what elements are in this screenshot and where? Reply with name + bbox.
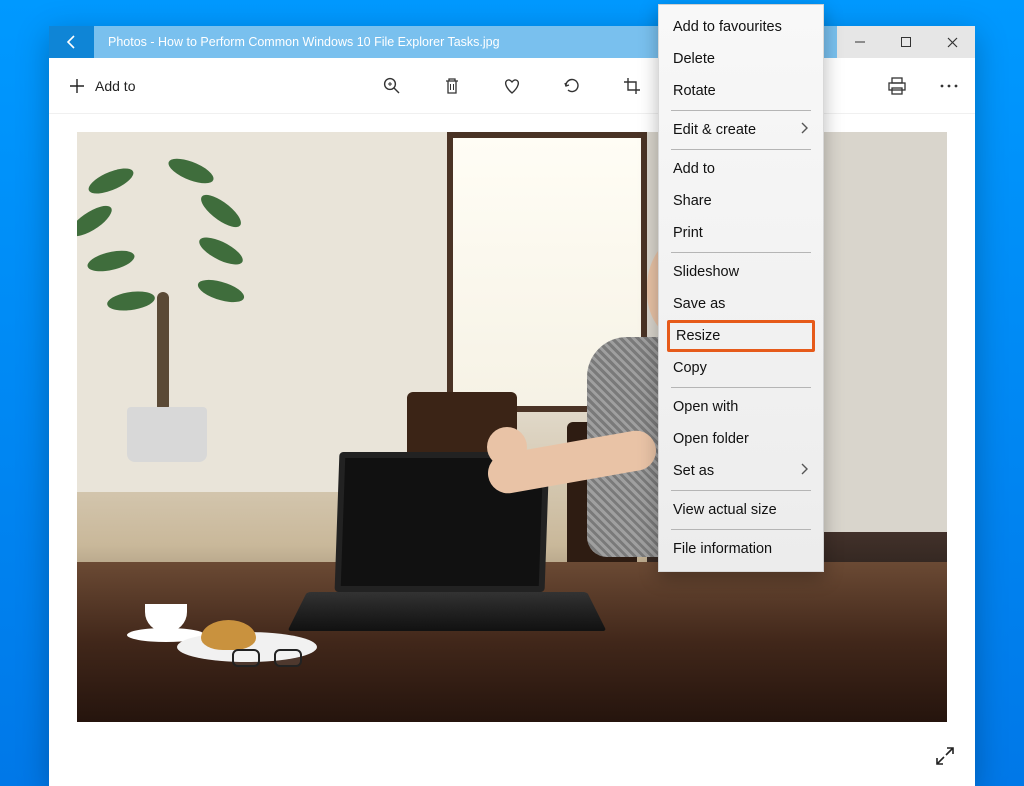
toolbar-right xyxy=(887,76,965,96)
content-area xyxy=(49,114,975,786)
rotate-icon[interactable] xyxy=(562,76,582,96)
menu-item-view-actual-size[interactable]: View actual size xyxy=(659,494,823,526)
menu-item-label: Share xyxy=(673,193,712,209)
print-icon[interactable] xyxy=(887,76,907,96)
menu-item-slideshow[interactable]: Slideshow xyxy=(659,256,823,288)
menu-item-file-information[interactable]: File information xyxy=(659,533,823,565)
menu-item-add-to-favourites[interactable]: Add to favourites xyxy=(659,11,823,43)
menu-item-print[interactable]: Print xyxy=(659,217,823,249)
menu-item-add-to[interactable]: Add to xyxy=(659,153,823,185)
menu-item-save-as[interactable]: Save as xyxy=(659,288,823,320)
fullscreen-button[interactable] xyxy=(933,744,957,768)
back-button[interactable] xyxy=(49,26,94,58)
menu-item-set-as[interactable]: Set as xyxy=(659,455,823,487)
menu-item-label: Copy xyxy=(673,360,707,376)
menu-item-label: Edit & create xyxy=(673,122,756,138)
menu-item-label: Set as xyxy=(673,463,714,479)
minimize-button[interactable] xyxy=(837,26,883,58)
menu-divider xyxy=(671,110,811,111)
menu-divider xyxy=(671,490,811,491)
add-to-label: Add to xyxy=(95,78,135,94)
menu-item-copy[interactable]: Copy xyxy=(659,352,823,384)
menu-item-open-with[interactable]: Open with xyxy=(659,391,823,423)
menu-item-open-folder[interactable]: Open folder xyxy=(659,423,823,455)
chevron-right-icon xyxy=(801,463,809,479)
plus-icon xyxy=(67,76,87,96)
menu-item-label: Open folder xyxy=(673,431,749,447)
menu-item-label: File information xyxy=(673,541,772,557)
menu-item-label: Resize xyxy=(676,328,720,344)
menu-item-label: Add to xyxy=(673,161,715,177)
menu-item-label: Add to favourites xyxy=(673,19,782,35)
menu-item-label: Delete xyxy=(673,51,715,67)
menu-item-rotate[interactable]: Rotate xyxy=(659,75,823,107)
menu-item-label: Open with xyxy=(673,399,738,415)
menu-item-label: Print xyxy=(673,225,703,241)
crop-icon[interactable] xyxy=(622,76,642,96)
chevron-right-icon xyxy=(801,122,809,138)
menu-item-delete[interactable]: Delete xyxy=(659,43,823,75)
photos-app-window: Photos - How to Perform Common Windows 1… xyxy=(49,26,975,786)
toolbar-center xyxy=(382,76,642,96)
menu-item-edit-create[interactable]: Edit & create xyxy=(659,114,823,146)
menu-divider xyxy=(671,149,811,150)
toolbar: Add to xyxy=(49,58,975,114)
menu-item-label: Slideshow xyxy=(673,264,739,280)
add-to-button[interactable]: Add to xyxy=(59,70,143,102)
delete-icon[interactable] xyxy=(442,76,462,96)
menu-divider xyxy=(671,387,811,388)
menu-divider xyxy=(671,252,811,253)
menu-item-share[interactable]: Share xyxy=(659,185,823,217)
more-icon[interactable] xyxy=(939,76,959,96)
maximize-button[interactable] xyxy=(883,26,929,58)
titlebar: Photos - How to Perform Common Windows 1… xyxy=(49,26,975,58)
menu-item-label: Save as xyxy=(673,296,725,312)
window-controls xyxy=(837,26,975,58)
menu-item-label: Rotate xyxy=(673,83,716,99)
menu-divider xyxy=(671,529,811,530)
favourite-icon[interactable] xyxy=(502,76,522,96)
context-menu: Add to favourites Delete Rotate Edit & crea… xyxy=(658,4,824,572)
menu-item-label: View actual size xyxy=(673,502,777,518)
zoom-icon[interactable] xyxy=(382,76,402,96)
close-button[interactable] xyxy=(929,26,975,58)
menu-item-resize[interactable]: Resize xyxy=(667,320,815,352)
